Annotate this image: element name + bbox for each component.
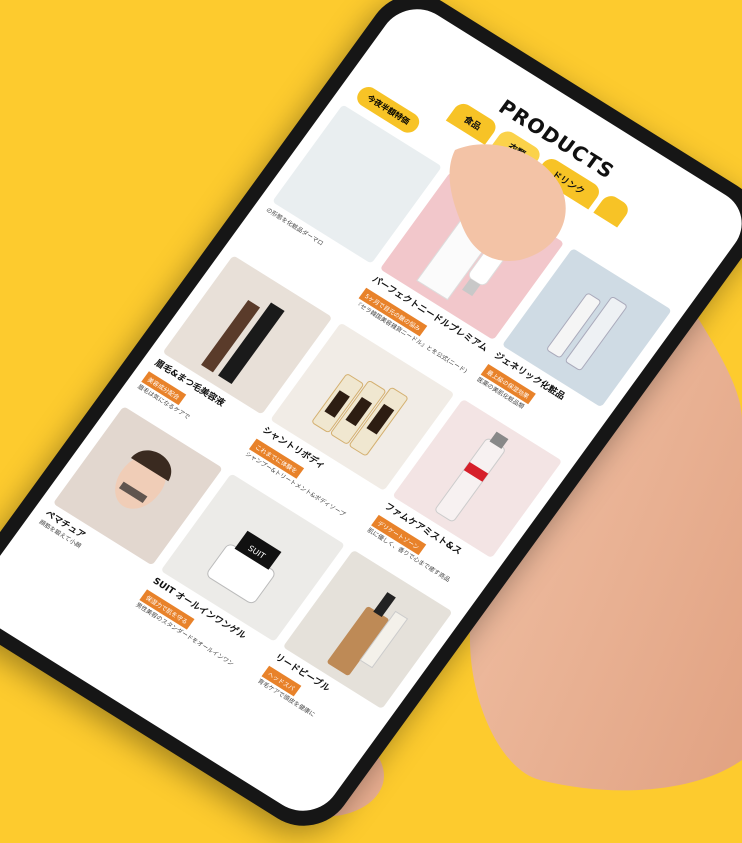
photo-scene: PRODUCTS 食品 衣類 ドリンク 今夜半額特価 の形態を化粧品ダーマロ パ… bbox=[0, 0, 742, 843]
tab-more[interactable] bbox=[593, 192, 632, 228]
